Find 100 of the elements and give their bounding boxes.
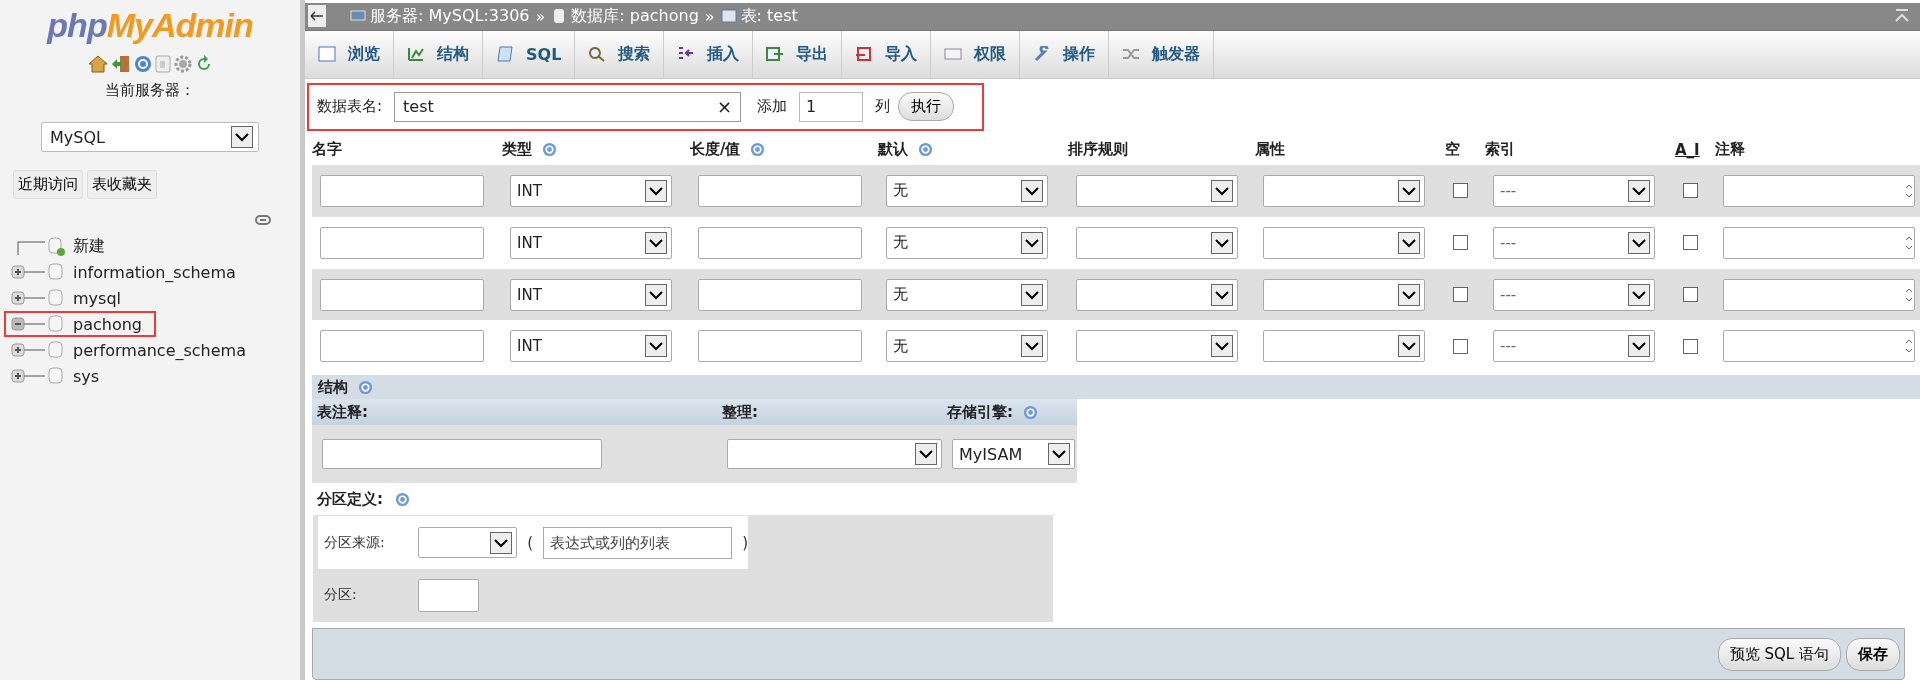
table-comment-field[interactable] xyxy=(322,439,602,470)
index-select[interactable]: --- xyxy=(1493,330,1655,363)
collation-select[interactable] xyxy=(1076,278,1238,311)
attributes-select[interactable] xyxy=(1263,330,1425,363)
caret-icon xyxy=(1211,283,1233,306)
help-icon[interactable] xyxy=(542,142,557,158)
clear-button[interactable]: × xyxy=(716,96,733,118)
length-field[interactable] xyxy=(698,330,862,363)
help-icon[interactable] xyxy=(358,379,373,395)
tab[interactable]: 操作 xyxy=(1020,30,1110,78)
tree-item[interactable]: sys xyxy=(73,366,100,386)
name-field[interactable] xyxy=(320,226,484,259)
null-checkbox[interactable] xyxy=(1453,183,1468,199)
type-select[interactable]: INT xyxy=(510,330,672,363)
tab[interactable]: 搜索 xyxy=(575,30,665,78)
go-button[interactable]: 执行 xyxy=(898,92,955,122)
comment-field[interactable] xyxy=(1723,330,1915,363)
tree-item[interactable]: information_schema xyxy=(73,262,236,282)
tab[interactable]: 浏览 xyxy=(305,30,394,78)
breadcrumb-link[interactable]: 表: test xyxy=(740,5,798,27)
home-icon[interactable] xyxy=(87,55,108,73)
attributes-select[interactable] xyxy=(1263,226,1425,259)
engine-select[interactable]: MyISAM xyxy=(952,439,1075,470)
help-icon[interactable] xyxy=(133,55,152,73)
expression-field[interactable]: 表达式或列的列表 xyxy=(543,526,733,559)
null-checkbox[interactable] xyxy=(1453,235,1468,251)
length-field[interactable] xyxy=(698,174,862,207)
tab[interactable]: 导出 xyxy=(753,30,843,78)
breadcrumb-separator: » xyxy=(704,6,715,26)
auto-increment-checkbox[interactable] xyxy=(1683,287,1698,302)
comment-field[interactable] xyxy=(1723,174,1915,207)
chain-link-icon[interactable] xyxy=(255,215,271,225)
expand-icon[interactable] xyxy=(11,289,45,307)
auto-increment-checkbox[interactable] xyxy=(1683,183,1698,199)
partition-count-field[interactable] xyxy=(418,578,479,612)
default-select[interactable]: 无 xyxy=(886,330,1048,363)
expand-icon[interactable] xyxy=(11,367,45,385)
help-icon[interactable] xyxy=(1023,404,1038,420)
database-icon xyxy=(47,340,65,360)
breadcrumb-link[interactable]: 数据库: pachong xyxy=(571,5,699,27)
column-header: 排序规则 xyxy=(1068,140,1128,160)
collation-select[interactable] xyxy=(1076,226,1238,259)
type-select[interactable]: INT xyxy=(510,174,672,207)
tree-item[interactable]: pachong xyxy=(73,314,142,334)
tab[interactable]: 导入 xyxy=(842,30,932,78)
database-icon xyxy=(47,262,65,282)
auto-increment-checkbox[interactable] xyxy=(1683,338,1698,354)
attributes-select[interactable] xyxy=(1263,174,1425,207)
tree-item[interactable]: mysql xyxy=(73,288,121,308)
exit-icon[interactable] xyxy=(110,55,131,73)
database-icon xyxy=(47,314,65,334)
index-select[interactable]: --- xyxy=(1493,174,1655,207)
server-select[interactable]: MySQL xyxy=(41,122,259,152)
footer-button[interactable]: 预览 SQL 语句 xyxy=(1717,637,1841,671)
database-icon xyxy=(47,288,65,308)
sidebar-button[interactable]: 表收藏夹 xyxy=(87,170,157,199)
length-field[interactable] xyxy=(698,226,862,259)
expand-icon[interactable] xyxy=(11,263,45,281)
help-icon[interactable] xyxy=(395,491,410,507)
settings-icon[interactable] xyxy=(173,55,192,73)
tree-item[interactable]: 新建 xyxy=(73,235,105,257)
tab[interactable]: 权限 xyxy=(931,30,1021,78)
tab[interactable]: 插入 xyxy=(664,30,754,78)
index-select[interactable]: --- xyxy=(1493,226,1655,259)
null-checkbox[interactable] xyxy=(1453,338,1468,354)
length-field[interactable] xyxy=(698,278,862,311)
tab[interactable]: 结构 xyxy=(394,30,483,78)
column-count-field[interactable]: 1 xyxy=(799,91,864,122)
table-name-field[interactable]: test × xyxy=(394,91,742,122)
null-checkbox[interactable] xyxy=(1453,287,1468,302)
index-select[interactable]: --- xyxy=(1493,278,1655,311)
expand-icon[interactable] xyxy=(11,341,45,359)
new-database-icon[interactable] xyxy=(47,236,65,256)
default-select[interactable]: 无 xyxy=(886,278,1048,311)
type-select[interactable]: INT xyxy=(510,278,672,311)
column-header: 类型 xyxy=(502,140,532,160)
attributes-select[interactable] xyxy=(1263,278,1425,311)
default-select[interactable]: 无 xyxy=(886,174,1048,207)
comment-field[interactable] xyxy=(1723,278,1915,311)
type-select[interactable]: INT xyxy=(510,226,672,259)
footer-button[interactable]: 保存 xyxy=(1846,637,1900,671)
partition-source-select[interactable] xyxy=(418,527,518,559)
comment-field[interactable] xyxy=(1723,226,1915,259)
tree-item[interactable]: performance_schema xyxy=(73,340,246,360)
sidebar-button[interactable]: 近期访问 xyxy=(13,170,83,199)
logo[interactable]: phpMyAdmin xyxy=(47,6,253,45)
default-select[interactable]: 无 xyxy=(886,226,1048,259)
help-icon[interactable] xyxy=(750,142,766,158)
breadcrumb-link[interactable]: 服务器: MySQL:3306 xyxy=(370,5,530,27)
collation-select[interactable] xyxy=(1076,330,1238,363)
name-field[interactable] xyxy=(320,330,484,363)
collation-select[interactable] xyxy=(1076,174,1238,207)
tab[interactable]: 触发器 xyxy=(1109,30,1215,78)
tab[interactable]: SQL xyxy=(483,30,576,78)
help-icon[interactable] xyxy=(918,142,933,158)
collapse-icon[interactable] xyxy=(11,315,45,333)
name-field[interactable] xyxy=(320,278,484,311)
auto-increment-checkbox[interactable] xyxy=(1683,235,1698,251)
name-field[interactable] xyxy=(320,174,484,207)
column-header: 空 xyxy=(1445,140,1460,160)
